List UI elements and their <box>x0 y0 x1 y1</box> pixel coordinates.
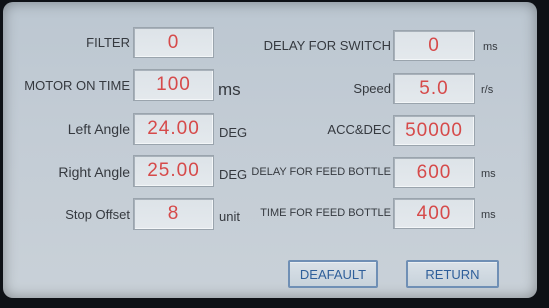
filter-label: FILTER <box>86 35 130 50</box>
delay-for-switch-field[interactable]: 0 <box>393 30 475 61</box>
motor-on-time-unit: ms <box>218 80 241 99</box>
stop-offset-label: Stop Offset <box>65 207 130 222</box>
left-angle-label: Left Angle <box>67 121 130 137</box>
hmi-screen: FILTER 0 MOTOR ON TIME 100 ms Left Angle… <box>3 2 537 298</box>
right-angle-field[interactable]: 25.00 <box>133 155 214 187</box>
speed-field[interactable]: 5.0 <box>393 73 475 104</box>
time-for-feed-bottle-unit: ms <box>481 209 496 221</box>
time-for-feed-bottle-label: TIME FOR FEED BOTTLE <box>260 207 391 219</box>
left-angle-field[interactable]: 24.00 <box>133 113 214 145</box>
default-button[interactable]: DEAFAULT <box>288 260 378 288</box>
right-angle-unit: DEG <box>219 167 248 182</box>
acc-dec-label: ACC&DEC <box>327 122 391 137</box>
time-for-feed-bottle-field[interactable]: 400 <box>393 198 475 229</box>
motor-on-time-field[interactable]: 100 <box>133 69 214 101</box>
left-angle-unit: DEG <box>219 125 248 140</box>
stop-offset-unit: unit <box>219 209 240 224</box>
delay-for-feed-bottle-label: DELAY FOR FEED BOTTLE <box>251 166 391 178</box>
acc-dec-field[interactable]: 50000 <box>393 115 475 146</box>
speed-unit: r/s <box>481 84 494 96</box>
delay-for-feed-bottle-unit: ms <box>481 168 496 180</box>
delay-for-switch-unit: ms <box>483 41 498 53</box>
filter-field[interactable]: 0 <box>133 27 214 58</box>
stop-offset-field[interactable]: 8 <box>133 198 214 230</box>
delay-for-feed-bottle-field[interactable]: 600 <box>393 157 475 188</box>
device-bezel: FILTER 0 MOTOR ON TIME 100 ms Left Angle… <box>0 0 549 308</box>
speed-label: Speed <box>353 81 391 96</box>
motor-on-time-label: MOTOR ON TIME <box>24 78 130 93</box>
delay-for-switch-label: DELAY FOR SWITCH <box>263 38 391 53</box>
right-angle-label: Right Angle <box>58 164 130 180</box>
return-button[interactable]: RETURN <box>406 260 499 288</box>
